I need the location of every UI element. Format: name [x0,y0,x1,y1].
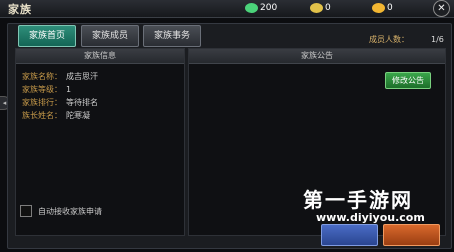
tab-family-members[interactable]: 家族成员 [81,25,139,47]
green-gem-icon [245,3,258,13]
bottom-button-blue[interactable] [321,224,378,246]
auto-accept-label: 自动接收家族申请 [38,206,102,216]
tab-family-affairs[interactable]: 家族事务 [143,25,201,47]
yellow-gem-icon [372,3,385,13]
bottom-button-orange[interactable] [383,224,440,246]
watermark-text: 第一手游网 [303,188,413,212]
info-value: 陀寒凝 [66,111,90,120]
resource-value: 0 [387,3,393,13]
resource-yellow-gem: 0 [372,1,393,15]
member-count-label: 成员人数： [369,35,409,44]
member-count-value: 1/6 [431,35,444,44]
gold-coin-icon [310,3,323,13]
edit-notice-button[interactable]: 修改公告 [385,72,431,89]
info-row-level: 家族等级： 1 [22,84,71,95]
info-label: 族长姓名： [22,111,62,120]
family-info-heading: 家族信息 [16,49,184,64]
info-label: 家族排行： [22,98,62,107]
info-row-name: 家族名称： 成吉思汗 [22,71,98,82]
close-button[interactable]: ✕ [433,0,450,17]
auto-accept-checkbox[interactable] [20,205,32,217]
resource-gold-coin: 0 [310,1,331,15]
top-bar: 家族 200 0 0 ✕ [0,0,454,18]
resource-value: 200 [260,3,278,13]
info-label: 家族名称： [22,72,62,81]
family-notice-heading: 家族公告 [189,49,445,64]
info-label: 家族等级： [22,85,62,94]
info-value: 等待排名 [66,98,98,107]
window-title: 家族 [8,3,32,16]
resource-value: 0 [325,3,331,13]
info-row-leader: 族长姓名： 陀寒凝 [22,110,90,121]
resource-green-gem: 200 [245,1,277,15]
member-count: 成员人数： 1/6 [369,34,444,45]
watermark-url: www.diyiyou.com [316,211,425,224]
info-row-rank: 家族排行： 等待排名 [22,97,98,108]
info-value: 1 [66,85,72,94]
info-value: 成吉思汗 [66,72,98,81]
tab-family-home[interactable]: 家族首页 [18,25,76,47]
auto-accept-option[interactable]: 自动接收家族申请 [20,205,102,217]
